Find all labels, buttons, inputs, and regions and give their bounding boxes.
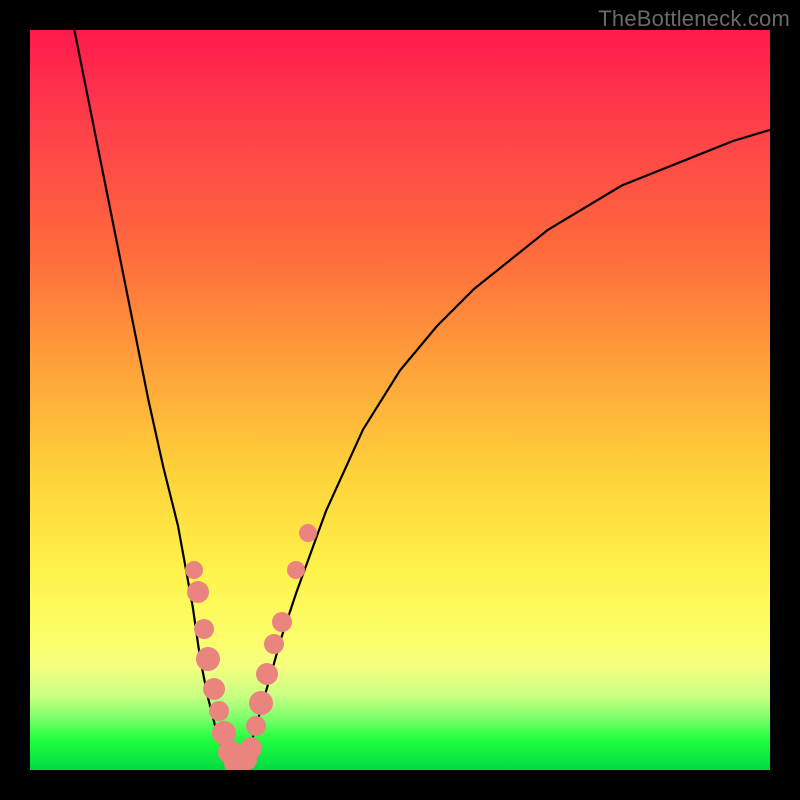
data-marker	[203, 678, 225, 700]
data-marker	[249, 691, 273, 715]
data-marker	[194, 619, 214, 639]
data-marker	[287, 561, 305, 579]
data-marker	[256, 663, 278, 685]
data-marker	[240, 737, 262, 759]
watermark-text: TheBottleneck.com	[598, 6, 790, 32]
data-marker	[264, 634, 284, 654]
chart-frame: TheBottleneck.com	[0, 0, 800, 800]
data-marker	[196, 647, 220, 671]
data-marker	[209, 701, 229, 721]
data-marker	[185, 561, 203, 579]
data-marker	[187, 581, 209, 603]
data-marker	[246, 716, 266, 736]
plot-area	[30, 30, 770, 770]
data-marker	[272, 612, 292, 632]
marker-layer	[30, 30, 770, 770]
data-marker	[299, 524, 317, 542]
